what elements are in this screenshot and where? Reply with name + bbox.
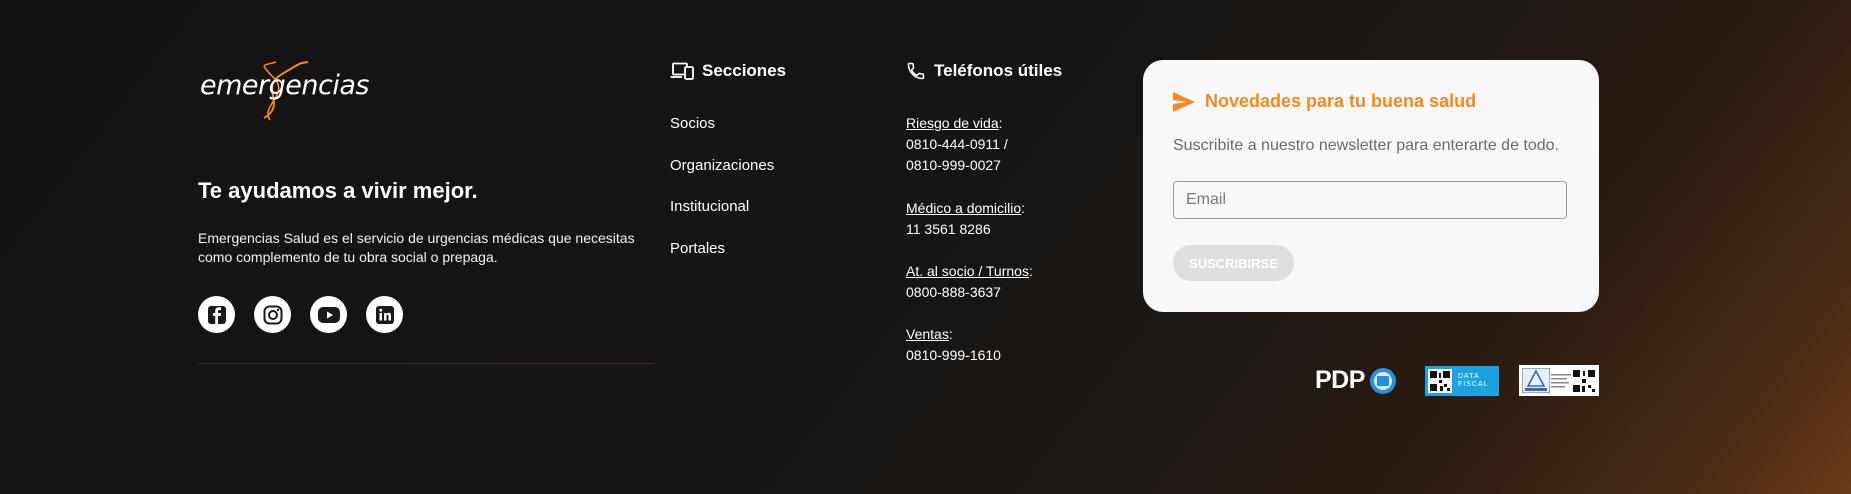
qr-code-icon — [1428, 369, 1452, 393]
secciones-title: Secciones — [702, 61, 787, 80]
pdp-badge[interactable]: PDP — [1315, 366, 1397, 395]
telefonos-heading: Teléfonos útiles — [906, 61, 1062, 81]
phone-group-medico: Médico a domicilio: 11 3561 8286 — [906, 198, 1025, 240]
data-fiscal-label: DATA FISCAL — [1458, 373, 1489, 388]
newsletter-card: Novedades para tu buena salud Suscribite… — [1143, 60, 1599, 312]
linkedin-icon — [375, 305, 394, 324]
pdp-seal-icon — [1369, 367, 1396, 394]
newsletter-subtitle: Suscribite a nuestro newsletter para ent… — [1173, 137, 1559, 154]
data-fiscal-badge[interactable]: DATA FISCAL — [1425, 366, 1499, 396]
phone-label-ventas[interactable]: Ventas — [906, 326, 949, 342]
certification-badge[interactable] — [1519, 365, 1599, 396]
certification-text-lines — [1551, 373, 1571, 387]
logo-text: emergencias — [200, 70, 369, 101]
phone-number[interactable]: 0810-999-0027 — [906, 155, 1008, 176]
divider — [198, 363, 654, 364]
linkedin-link[interactable] — [366, 296, 403, 333]
phone-label-medico[interactable]: Médico a domicilio — [906, 200, 1021, 216]
nav-link-organizaciones[interactable]: Organizaciones — [670, 157, 774, 174]
send-icon — [1173, 91, 1195, 112]
qr-code-icon — [1572, 368, 1596, 393]
phone-number[interactable]: 0800-888-3637 — [906, 282, 1033, 303]
nav-link-institucional[interactable]: Institucional — [670, 198, 749, 215]
secciones-heading: Secciones — [670, 61, 786, 81]
phone-number[interactable]: 11 3561 8286 — [906, 219, 1025, 240]
facebook-icon — [207, 305, 226, 324]
subscribe-button[interactable]: SUSCRIBIRSE — [1173, 245, 1294, 281]
instagram-link[interactable] — [254, 296, 291, 333]
logo[interactable]: emergencias — [198, 60, 369, 122]
tagline: Te ayudamos a vivir mejor. — [198, 178, 478, 203]
phone-group-riesgo: Riesgo de vida: 0810-444-0911 / 0810-999… — [906, 113, 1008, 176]
youtube-link[interactable] — [310, 296, 347, 333]
newsletter-heading: Novedades para tu buena salud — [1173, 91, 1476, 112]
phone-label-riesgo[interactable]: Riesgo de vida — [906, 115, 999, 131]
newsletter-title: Novedades para tu buena salud — [1205, 91, 1477, 111]
phone-group-ventas: Ventas: 0810-999-1610 — [906, 324, 1001, 366]
phone-number[interactable]: 0810-444-0911 / — [906, 134, 1008, 155]
telefonos-title: Teléfonos útiles — [934, 61, 1063, 80]
certification-logo-icon — [1522, 368, 1550, 393]
phone-icon — [907, 62, 925, 80]
email-field[interactable] — [1173, 181, 1567, 219]
youtube-icon — [317, 306, 340, 323]
nav-link-socios[interactable]: Socios — [670, 115, 715, 132]
social-links — [198, 296, 403, 333]
devices-icon — [670, 62, 694, 80]
phone-label-socio[interactable]: At. al socio / Turnos — [906, 263, 1029, 279]
instagram-icon — [263, 305, 282, 324]
phone-number[interactable]: 0810-999-1610 — [906, 345, 1001, 366]
brand-description: Emergencias Salud es el servicio de urge… — [198, 230, 635, 265]
phone-group-socio: At. al socio / Turnos: 0800-888-3637 — [906, 261, 1033, 303]
facebook-link[interactable] — [198, 296, 235, 333]
pdp-text: PDP — [1315, 366, 1365, 394]
nav-link-portales[interactable]: Portales — [670, 240, 725, 257]
